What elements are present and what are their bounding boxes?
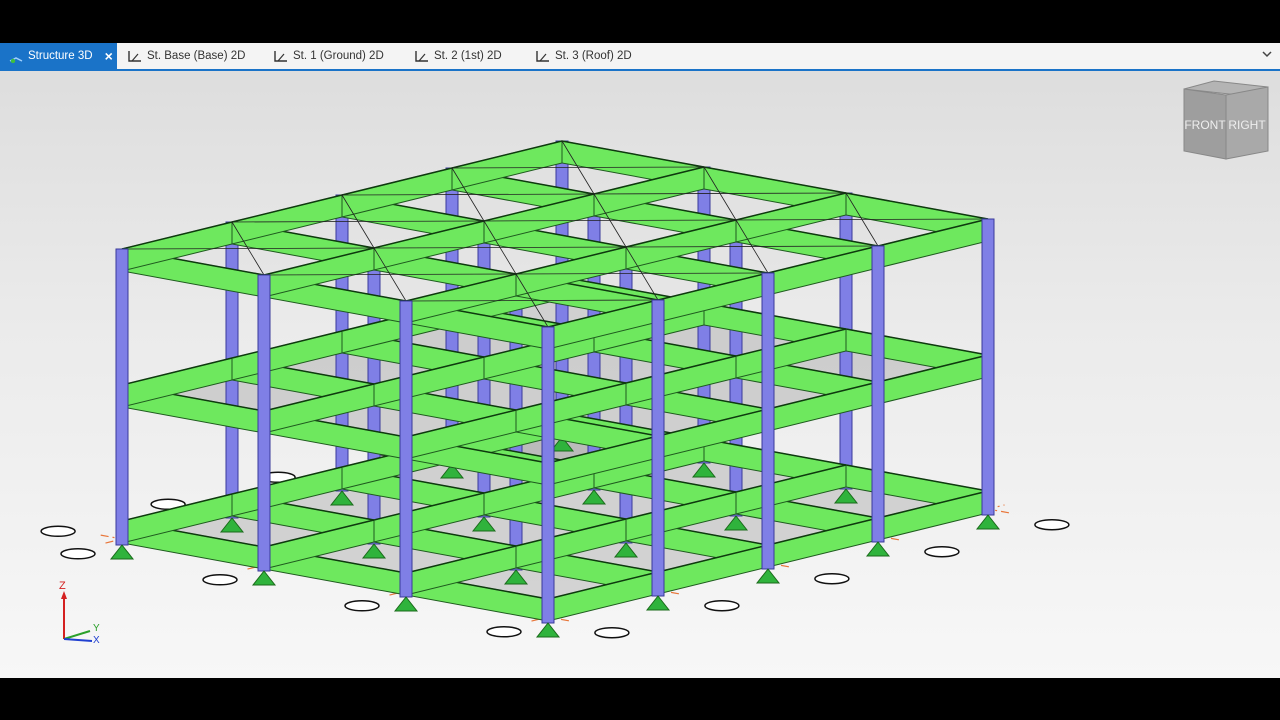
- view-cube[interactable]: FRONT RIGHT: [1180, 79, 1272, 163]
- view-tab-bar: Structure 3D × St. Base (Base) 2D St. 1 …: [0, 43, 1280, 71]
- grid-bubble: [1034, 518, 1070, 531]
- y-axis-label: Y: [93, 623, 100, 634]
- tab-st-2-2d[interactable]: St. 2 (1st) 2D: [414, 43, 502, 69]
- support: [975, 514, 1001, 530]
- grid-bubble: [344, 600, 380, 612]
- chevron-down-icon[interactable]: [1262, 50, 1272, 58]
- tab-label: St. 2 (1st) 2D: [434, 50, 502, 62]
- support: [393, 596, 419, 612]
- column: [981, 218, 995, 516]
- tab-label: St. 3 (Roof) 2D: [555, 50, 632, 62]
- tab-label: St. 1 (Ground) 2D: [293, 50, 384, 62]
- column: [399, 300, 413, 598]
- tab-label: Structure 3D: [28, 50, 93, 62]
- column: [115, 248, 129, 546]
- grid-bubble: [202, 574, 238, 586]
- support: [865, 541, 891, 557]
- structure-3d-icon: [9, 57, 23, 63]
- axis-triad: Z Y X: [59, 580, 100, 645]
- support: [251, 570, 277, 586]
- model-viewport-3d[interactable]: [0, 71, 1280, 678]
- plan-2d-icon: [274, 51, 287, 62]
- z-axis-label: Z: [59, 580, 66, 592]
- grid-bubble: [594, 626, 630, 639]
- application-window: Structure 3D × St. Base (Base) 2D St. 1 …: [0, 43, 1280, 678]
- column: [651, 299, 665, 597]
- support: [645, 595, 671, 611]
- grid-bubble: [814, 572, 850, 585]
- tab-st-base-2d[interactable]: St. Base (Base) 2D: [127, 43, 245, 69]
- view-cube-right-label[interactable]: RIGHT: [1228, 118, 1266, 132]
- grid-bubble: [40, 525, 76, 538]
- support: [755, 568, 781, 584]
- column: [871, 245, 885, 543]
- tab-structure-3d[interactable]: Structure 3D ×: [0, 43, 117, 69]
- grid-bubble: [704, 599, 740, 612]
- structure-model: [109, 140, 1001, 638]
- column: [761, 272, 775, 570]
- support: [109, 544, 135, 560]
- plan-2d-icon: [536, 51, 549, 62]
- grid-bubble: [486, 626, 522, 638]
- plan-2d-icon: [415, 51, 428, 62]
- support: [535, 622, 561, 638]
- grid-bubble: [924, 545, 960, 558]
- tab-st-1-2d[interactable]: St. 1 (Ground) 2D: [273, 43, 384, 69]
- tab-label: St. Base (Base) 2D: [147, 50, 246, 62]
- grid-bubble: [60, 548, 96, 560]
- column: [541, 326, 555, 624]
- view-cube-front-label[interactable]: FRONT: [1184, 118, 1226, 132]
- column: [257, 274, 271, 572]
- tab-st-3-2d[interactable]: St. 3 (Roof) 2D: [535, 43, 632, 69]
- x-axis-label: X: [93, 635, 100, 645]
- close-icon[interactable]: ×: [105, 48, 113, 64]
- plan-2d-icon: [128, 51, 141, 62]
